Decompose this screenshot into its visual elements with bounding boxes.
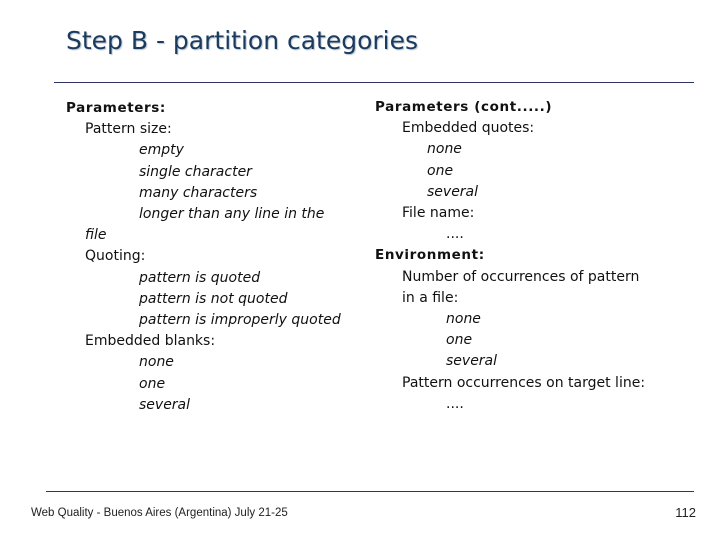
list-item: many characters — [139, 184, 258, 201]
occurrences-in-file-label-cont: in a file: — [402, 289, 459, 306]
left-column: Parameters: Pattern size: empty single c… — [66, 98, 366, 416]
list-item-ellipsis: .... — [446, 226, 464, 243]
list-item: several — [139, 396, 191, 413]
list-item: single character — [139, 163, 252, 180]
list-item-ellipsis: .... — [446, 395, 464, 412]
list-item: one — [446, 332, 473, 349]
list-item: none — [427, 141, 462, 158]
occurrences-in-file-label: Number of occurrences of pattern — [402, 268, 640, 285]
list-item: several — [427, 183, 479, 200]
slide-title: Step B - partition categories — [66, 26, 419, 55]
list-item: none — [446, 311, 481, 328]
file-name-label: File name: — [402, 205, 475, 222]
list-item: several — [446, 353, 498, 370]
list-item: longer than any line in the — [139, 206, 325, 223]
list-item: empty — [139, 142, 184, 159]
page-number: 112 — [675, 505, 696, 520]
embedded-blanks-label: Embedded blanks: — [85, 333, 216, 350]
parameters-cont-heading: Parameters (cont.....) — [375, 99, 553, 115]
footer-divider — [46, 491, 694, 492]
embedded-quotes-label: Embedded quotes: — [402, 120, 535, 137]
title-divider — [54, 82, 694, 83]
right-column: Parameters (cont.....) Embedded quotes: … — [375, 97, 695, 415]
list-item: pattern is quoted — [139, 269, 261, 286]
list-item: none — [139, 354, 174, 371]
list-item: one — [427, 162, 454, 179]
list-item: pattern is improperly quoted — [139, 312, 341, 329]
quoting-label: Quoting: — [85, 248, 146, 265]
footer-text: Web Quality - Buenos Aires (Argentina) J… — [31, 507, 288, 519]
list-item: one — [139, 375, 166, 392]
list-item: pattern is not quoted — [139, 290, 288, 307]
pattern-size-label: Pattern size: — [85, 121, 172, 138]
parameters-heading: Parameters: — [66, 100, 166, 116]
list-item-wrap: file — [85, 227, 107, 244]
environment-heading: Environment: — [375, 247, 485, 264]
occurrences-on-line-label: Pattern occurrences on target line: — [402, 374, 646, 391]
